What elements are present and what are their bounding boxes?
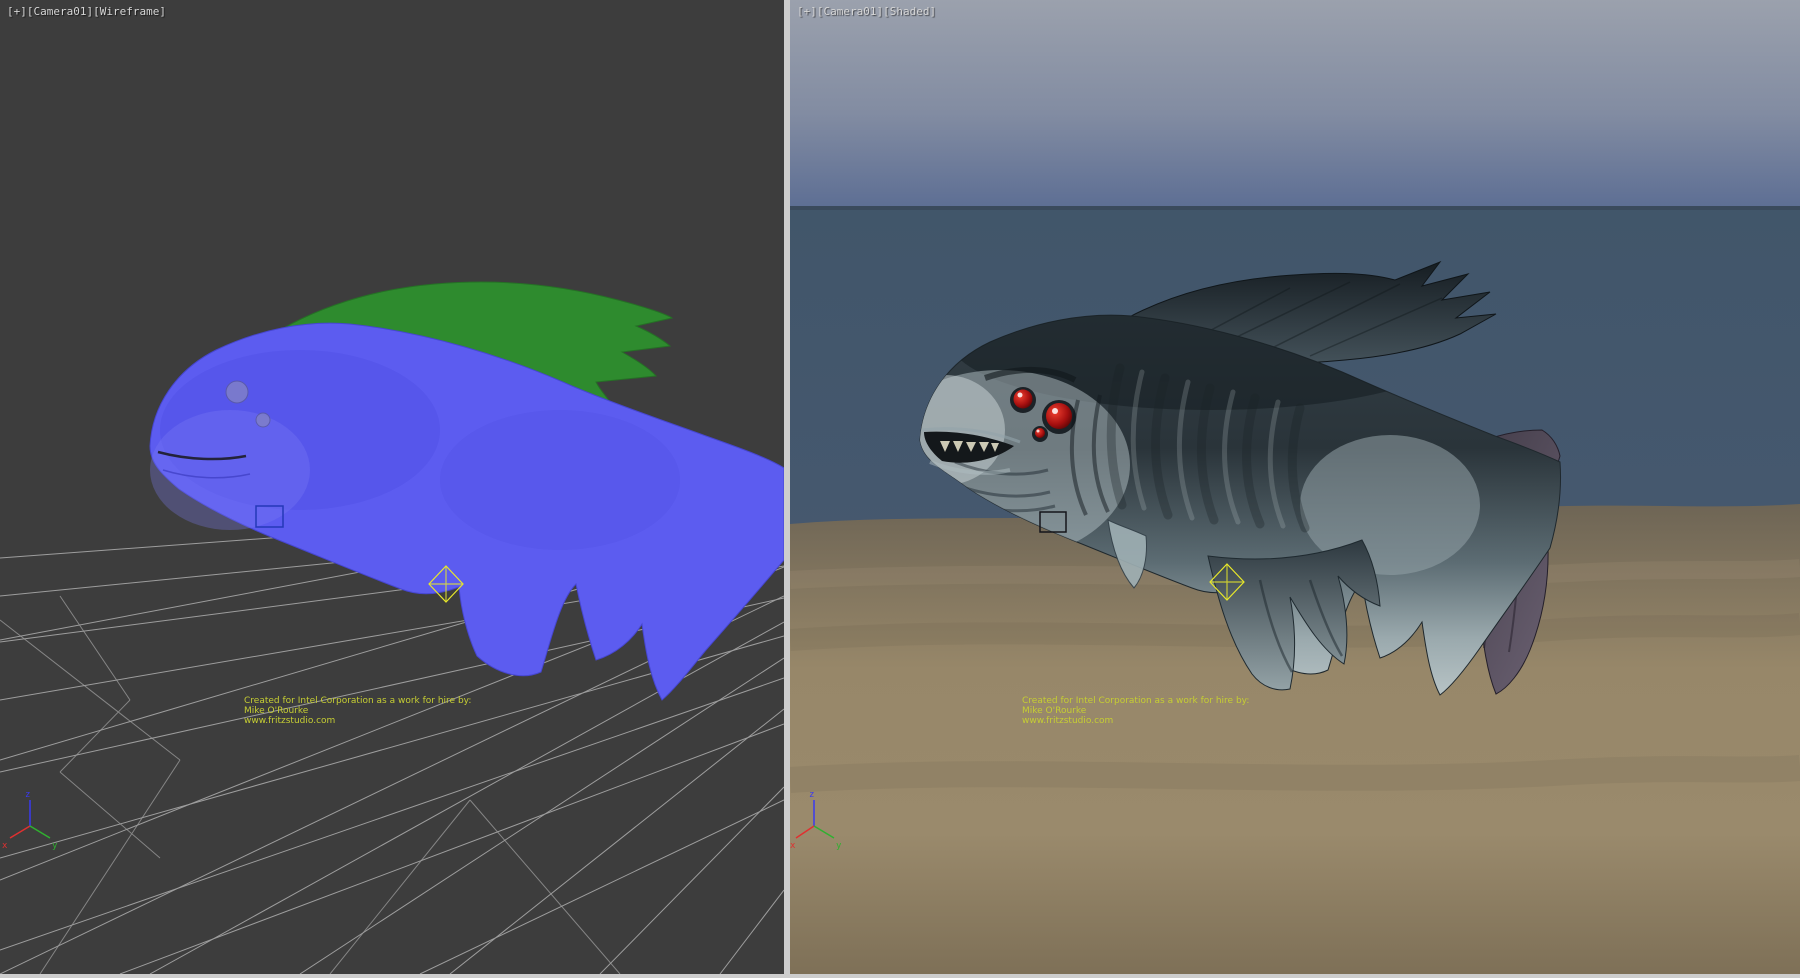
dual-viewport-area: [+][Camera01][Wireframe] <box>0 0 1800 978</box>
credit-line-2: Mike O'Rourke <box>1022 706 1249 716</box>
credit-line-1: Created for Intel Corporation as a work … <box>244 696 471 706</box>
credit-line-2: Mike O'Rourke <box>244 706 471 716</box>
viewport-general-menu[interactable]: [+] <box>797 5 817 18</box>
fish-eye <box>256 413 270 427</box>
axis-y-label: y <box>52 841 58 851</box>
viewport-bottom-border <box>0 974 1800 978</box>
sky <box>790 0 1800 206</box>
viewport-shading-menu[interactable]: [Shaded] <box>883 5 936 18</box>
viewport-label: [+][Camera01][Shaded] <box>797 5 936 18</box>
horizon-line <box>790 206 1800 210</box>
credit-line-3: www.fritzstudio.com <box>1022 716 1249 726</box>
body-highlight <box>150 410 310 530</box>
credit-text: Created for Intel Corporation as a work … <box>244 696 471 726</box>
viewport-general-menu[interactable]: [+] <box>7 5 27 18</box>
viewport-camera-menu[interactable]: [Camera01] <box>27 5 93 18</box>
credit-text: Created for Intel Corporation as a work … <box>1022 696 1249 726</box>
body-shading <box>440 410 680 550</box>
credit-line-3: www.fritzstudio.com <box>244 716 471 726</box>
axis-y-label: y <box>836 841 842 851</box>
credit-line-1: Created for Intel Corporation as a work … <box>1022 696 1249 706</box>
axis-tripod: z x y <box>2 790 58 851</box>
fish-eye <box>226 381 248 403</box>
viewport-wireframe[interactable]: [+][Camera01][Wireframe] <box>0 0 784 974</box>
viewport-shading-menu[interactable]: [Wireframe] <box>93 5 166 18</box>
viewport-shaded[interactable]: [+][Camera01][Shaded] <box>790 0 1800 974</box>
viewport-divider[interactable] <box>784 0 790 978</box>
axis-x-label: x <box>790 841 796 851</box>
axis-z-label: z <box>809 790 814 800</box>
viewport-label: [+][Camera01][Wireframe] <box>7 5 166 18</box>
wireframe-fish-model[interactable] <box>150 282 784 700</box>
axis-x-label: x <box>2 841 8 851</box>
axis-z-label: z <box>25 790 30 800</box>
viewport-camera-menu[interactable]: [Camera01] <box>817 5 883 18</box>
